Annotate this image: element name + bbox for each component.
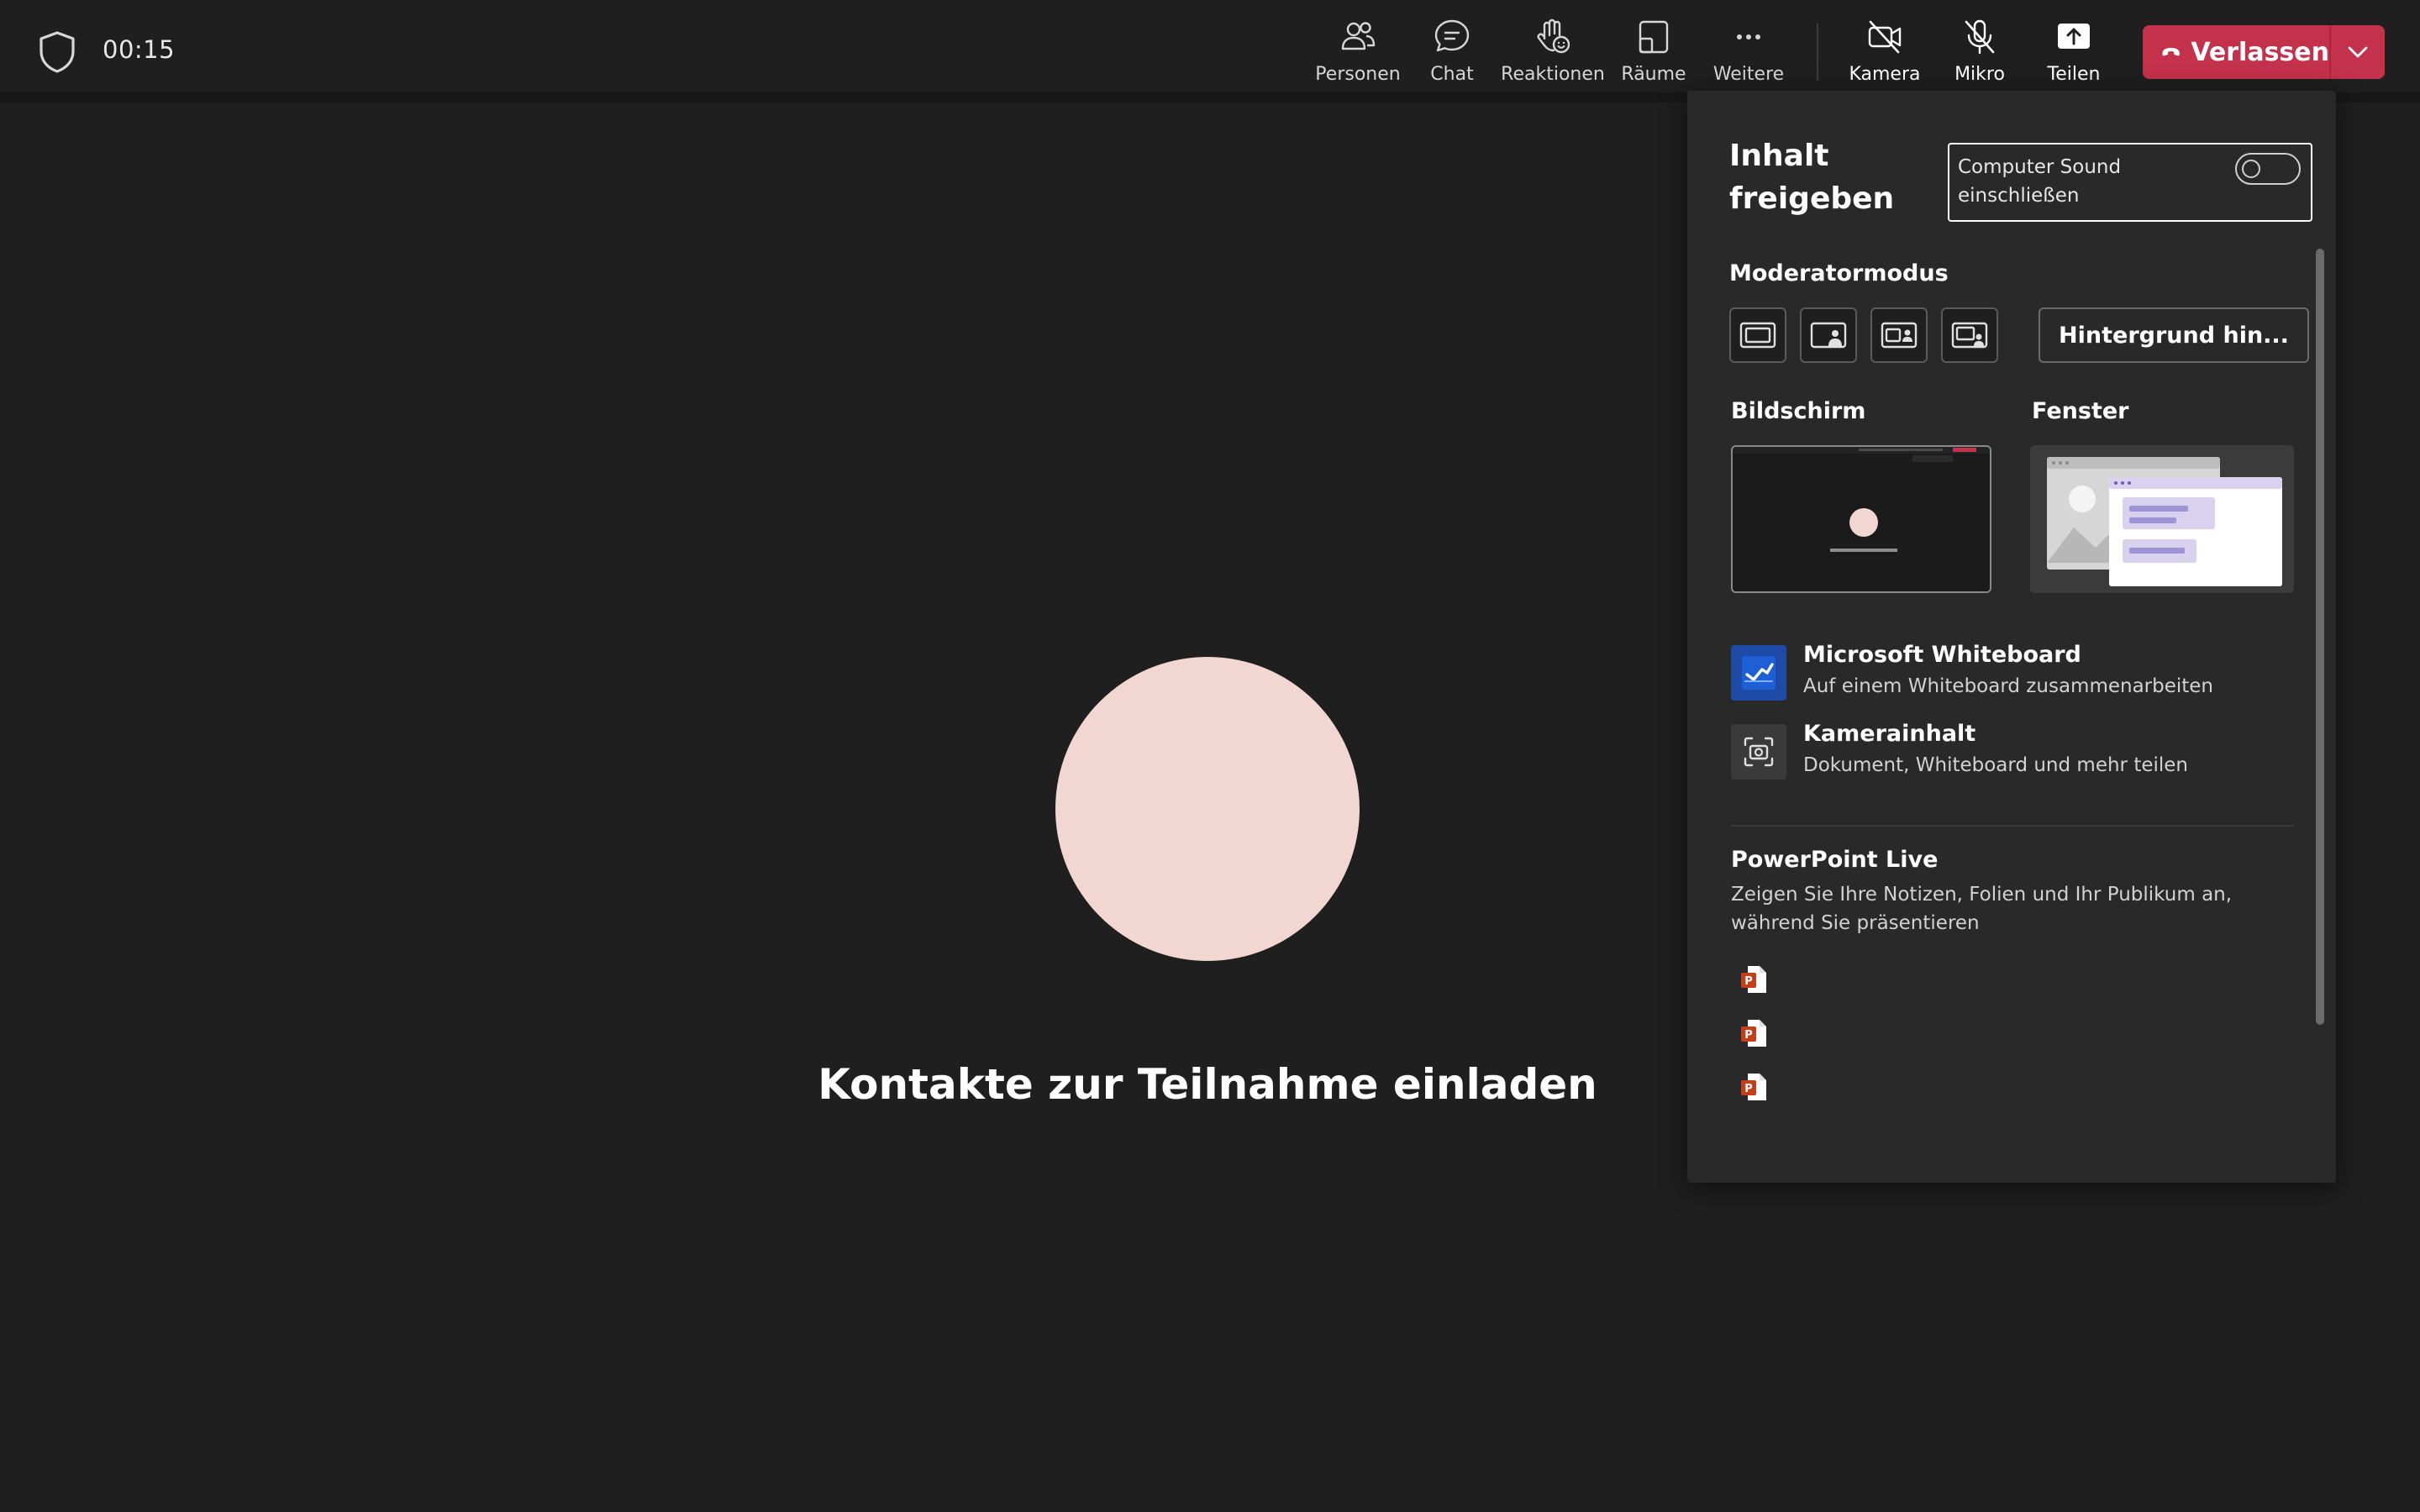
hang-up-icon	[2162, 47, 2180, 56]
reactions-label: Reaktionen	[1501, 64, 1605, 85]
computer-sound-label: Computer Sound einschließen	[1958, 156, 2122, 207]
chat-button[interactable]: Chat	[1420, 12, 1484, 92]
invite-participants-link[interactable]: Kontakte zur Teilnahme einladen	[756, 1060, 1659, 1109]
more-icon	[1737, 34, 1760, 39]
camera-content-icon	[1744, 737, 1774, 767]
section-divider	[1731, 825, 2294, 827]
people-button[interactable]: Personen	[1315, 12, 1401, 92]
share-button[interactable]: Teilen	[2040, 12, 2107, 97]
reporter-icon	[1951, 322, 1988, 349]
computer-sound-option[interactable]: Computer Sound einschließen	[1948, 143, 2312, 222]
rooms-button[interactable]: Räume	[1620, 12, 1687, 92]
leave-button[interactable]: Verlassen	[2143, 25, 2329, 79]
whiteboard-icon	[1742, 656, 1776, 690]
standout-icon	[1810, 322, 1847, 349]
mic-label: Mikro	[1954, 64, 2005, 85]
svg-text:P: P	[1744, 975, 1753, 988]
leave-button-group: Verlassen	[2143, 25, 2385, 79]
share-label: Teilen	[2047, 64, 2101, 85]
panel-scrollbar[interactable]	[2316, 249, 2324, 1025]
whiteboard-icon-tile	[1731, 645, 1786, 701]
more-label: Weitere	[1712, 64, 1785, 85]
share-icon	[2058, 24, 2090, 49]
mic-toggle-button[interactable]: Mikro	[1946, 12, 2013, 92]
breakout-rooms-icon	[1639, 20, 1669, 54]
participant-avatar	[1055, 657, 1360, 961]
presenter-mode-side-by-side-button[interactable]	[1870, 307, 1928, 363]
toolbar-divider	[1817, 24, 1818, 81]
svg-text:P: P	[1744, 1029, 1753, 1042]
computer-sound-toggle[interactable]	[2235, 153, 2301, 185]
screen-preview-image	[1733, 447, 1990, 591]
rooms-label: Räume	[1621, 64, 1686, 85]
background-button[interactable]: Hintergrund hin...	[2039, 307, 2309, 363]
share-content-panel: Inhalt freigeben Computer Sound einschli…	[1687, 91, 2336, 1183]
presenter-mode-reporter-button[interactable]	[1941, 307, 1998, 363]
side-by-side-icon	[1881, 322, 1918, 349]
mic-off-icon	[1965, 19, 1995, 55]
svg-text:P: P	[1744, 1083, 1753, 1095]
presenter-mode-content-only-button[interactable]	[1729, 307, 1786, 363]
chat-icon	[1434, 19, 1470, 52]
content-only-icon	[1739, 322, 1776, 349]
toggle-knob	[2242, 160, 2260, 178]
camera-content-description: Dokument, Whiteboard und mehr teilen	[1803, 754, 2188, 776]
camera-label: Kamera	[1849, 64, 1921, 85]
camera-content-title: Kamerainhalt	[1803, 721, 1976, 747]
powerpoint-live-description: Zeigen Sie Ihre Notizen, Folien und Ihr …	[1731, 884, 2233, 934]
panel-title: Inhalt freigeben	[1729, 139, 1895, 216]
share-window-thumbnail[interactable]	[2030, 445, 2294, 593]
people-label: Personen	[1315, 64, 1401, 85]
reactions-button[interactable]: Reaktionen	[1501, 12, 1605, 92]
window-label: Fenster	[2032, 398, 2129, 424]
meeting-toolbar: 00:15 Personen Chat Reaktionen Räume Wei…	[0, 0, 2420, 102]
people-icon	[1341, 22, 1376, 50]
presenter-mode-label: Moderatormodus	[1729, 260, 1949, 286]
leave-options-button[interactable]	[2331, 25, 2385, 79]
chat-label: Chat	[1430, 64, 1474, 85]
presenter-mode-standout-button[interactable]	[1800, 307, 1857, 363]
screen-label: Bildschirm	[1731, 398, 1866, 424]
share-screen-thumbnail[interactable]	[1731, 445, 1991, 593]
whiteboard-description: Auf einem Whiteboard zusammenarbeiten	[1803, 675, 2214, 697]
powerpoint-file-icon[interactable]: P	[1739, 1018, 1768, 1048]
chevron-down-icon	[2348, 46, 2368, 58]
powerpoint-live-title: PowerPoint Live	[1731, 847, 1939, 873]
more-button[interactable]: Weitere	[1711, 12, 1786, 92]
window-illustration-image	[2030, 445, 2294, 593]
camera-toggle-button[interactable]: Kamera	[1847, 12, 1923, 92]
camera-content-option[interactable]: Kamerainhalt Dokument, Whiteboard und me…	[1731, 721, 2294, 783]
teams-meeting-window: 00:15 Personen Chat Reaktionen Räume Wei…	[0, 0, 2420, 1512]
powerpoint-file-icon[interactable]: P	[1739, 1072, 1768, 1102]
camera-off-icon	[1868, 20, 1902, 54]
raise-hand-icon	[1537, 18, 1570, 54]
whiteboard-option[interactable]: Microsoft Whiteboard Auf einem Whiteboar…	[1731, 642, 2294, 704]
camera-content-icon-tile	[1731, 724, 1786, 780]
powerpoint-file-icon[interactable]: P	[1739, 964, 1768, 995]
whiteboard-title: Microsoft Whiteboard	[1803, 642, 2081, 668]
meeting-timer: 00:15	[103, 35, 176, 64]
shield-icon[interactable]	[37, 30, 77, 74]
leave-label: Verlassen	[2191, 37, 2329, 67]
